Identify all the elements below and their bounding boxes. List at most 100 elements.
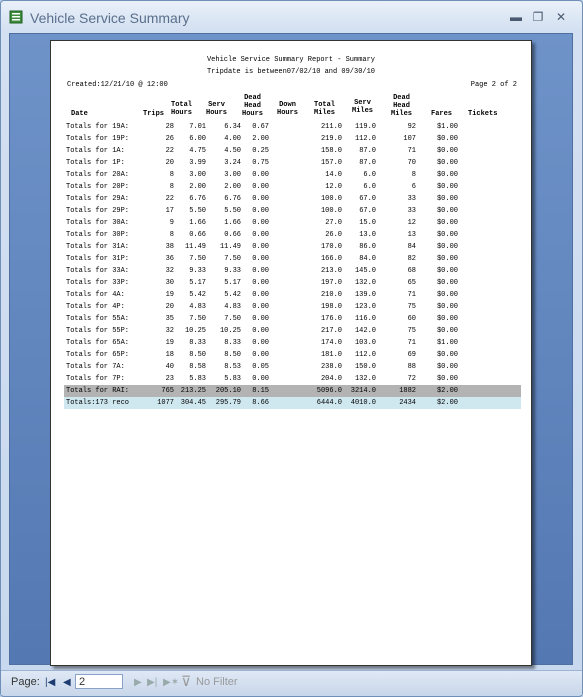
date-cell: Totals for 55A: bbox=[66, 315, 130, 323]
fares-cell: $0.00 bbox=[436, 183, 458, 191]
dead-head-miles-cell: 107 bbox=[403, 135, 416, 143]
dead-head-hours-cell: 0.25 bbox=[252, 147, 269, 155]
total-miles-cell: 26.0 bbox=[325, 231, 342, 239]
previous-page-icon[interactable]: ◀ bbox=[63, 677, 71, 688]
table-row: Totals for 7P: 23 5.83 5.83 0.00 204.0 132.0 72… bbox=[64, 373, 521, 385]
dead-head-hours-cell: 0.00 bbox=[252, 219, 269, 227]
dead-head-miles-cell: 68 bbox=[407, 267, 416, 275]
dead-head-hours-cell: 0.00 bbox=[252, 183, 269, 191]
serv-hours-cell: 5.17 bbox=[224, 279, 241, 287]
dead-head-miles-cell: 82 bbox=[407, 255, 416, 263]
serv-miles-cell: 87.0 bbox=[359, 159, 376, 167]
date-cell: Totals for 33A: bbox=[66, 267, 130, 275]
dead-head-miles-cell: 65 bbox=[407, 279, 416, 287]
table-row: Totals for 30P: 8 0.66 0.66 0.00 26.0 13.0 13 $0… bbox=[64, 229, 521, 241]
fares-cell: $2.00 bbox=[436, 387, 458, 395]
total-miles-cell: 210.0 bbox=[320, 291, 342, 299]
total-hours-cell: 5.83 bbox=[189, 375, 206, 383]
trips-cell: 38 bbox=[165, 243, 174, 251]
dead-head-miles-cell: 70 bbox=[407, 159, 416, 167]
total-miles-cell: 166.0 bbox=[320, 255, 342, 263]
dead-head-hours-cell: 0.00 bbox=[252, 171, 269, 179]
total-hours-cell: 6.76 bbox=[189, 195, 206, 203]
serv-hours-cell: 8.33 bbox=[224, 339, 241, 347]
total-miles-cell: 197.0 bbox=[320, 279, 342, 287]
last-page-icon[interactable]: ▶| bbox=[147, 677, 157, 688]
no-filter-button[interactable]: No Filter bbox=[196, 676, 238, 688]
total-hours-cell: 213.25 bbox=[180, 387, 206, 395]
total-hours-cell: 10.25 bbox=[184, 327, 206, 335]
table-row: Totals for 30A: 9 1.66 1.66 0.00 27.0 15.0 12 $0… bbox=[64, 217, 521, 229]
fares-cell: $0.00 bbox=[436, 207, 458, 215]
table-row: Totals for 19P: 26 6.00 4.00 2.00 219.0 112.0 1… bbox=[64, 133, 521, 145]
total-miles-cell: 14.0 bbox=[325, 171, 342, 179]
date-cell: Totals for 33P: bbox=[66, 279, 130, 287]
trips-cell: 9 bbox=[169, 219, 174, 227]
next-page-icon[interactable]: ▶ bbox=[134, 677, 142, 688]
report-preview-area[interactable]: Vehicle Service Summary Report - Summary… bbox=[9, 33, 573, 666]
dead-head-miles-cell: 88 bbox=[407, 363, 416, 371]
trips-cell: 23 bbox=[165, 375, 174, 383]
total-miles-cell: 100.0 bbox=[320, 195, 342, 203]
fares-cell: $0.00 bbox=[436, 327, 458, 335]
serv-hours-cell: 6.76 bbox=[224, 195, 241, 203]
table-row: Totals for 1A: 22 4.75 4.50 0.25 158.0 87.0 71 $… bbox=[64, 145, 521, 157]
page-number-input[interactable]: 2 bbox=[75, 674, 123, 689]
close-button[interactable]: ✕ bbox=[551, 7, 571, 27]
total-hours-cell: 5.42 bbox=[189, 291, 206, 299]
serv-miles-cell: 67.0 bbox=[359, 207, 376, 215]
minimize-button[interactable]: ▬ bbox=[506, 7, 526, 27]
serv-miles-cell: 67.0 bbox=[359, 195, 376, 203]
dead-head-miles-cell: 92 bbox=[407, 123, 416, 131]
trips-cell: 1077 bbox=[157, 399, 174, 407]
first-page-icon[interactable]: |◀ bbox=[45, 677, 55, 688]
report-window: Vehicle Service Summary ▬ ❐ ✕ Vehicle Se… bbox=[0, 0, 583, 697]
fares-cell: $0.00 bbox=[436, 375, 458, 383]
serv-miles-cell: 112.0 bbox=[354, 351, 376, 359]
header-total-miles: Total Miles bbox=[314, 101, 336, 117]
total-miles-cell: 219.0 bbox=[320, 135, 342, 143]
serv-miles-cell: 13.0 bbox=[359, 231, 376, 239]
serv-hours-cell: 11.49 bbox=[219, 243, 241, 251]
total-miles-cell: 27.0 bbox=[325, 219, 342, 227]
dead-head-hours-cell: 0.00 bbox=[252, 375, 269, 383]
new-record-icon[interactable]: ▶✶ bbox=[163, 677, 179, 688]
window-title: Vehicle Service Summary bbox=[30, 10, 190, 26]
dead-head-hours-cell: 0.00 bbox=[252, 195, 269, 203]
serv-hours-cell: 5.83 bbox=[224, 375, 241, 383]
dead-head-hours-cell: 0.00 bbox=[252, 267, 269, 275]
table-row: Totals for 29A: 22 6.76 6.76 0.00 100.0 67.0 33… bbox=[64, 193, 521, 205]
trips-cell: 32 bbox=[165, 267, 174, 275]
header-down-hours: Down Hours bbox=[277, 101, 299, 117]
header-tickets: Tickets bbox=[468, 110, 498, 118]
serv-hours-cell: 10.25 bbox=[219, 327, 241, 335]
date-cell: Totals for 4A: bbox=[66, 291, 125, 299]
date-cell: Totals for 30A: bbox=[66, 219, 130, 227]
dead-head-hours-cell: 0.00 bbox=[252, 243, 269, 251]
serv-hours-cell: 8.53 bbox=[224, 363, 241, 371]
rai-total-row: Totals for RAI: 765 213.25 205.10 8.15 5096.0… bbox=[64, 385, 521, 397]
trips-cell: 8 bbox=[169, 171, 174, 179]
total-hours-cell: 8.58 bbox=[189, 363, 206, 371]
total-hours-cell: 2.00 bbox=[189, 183, 206, 191]
serv-hours-cell: 7.50 bbox=[224, 255, 241, 263]
trips-cell: 17 bbox=[165, 207, 174, 215]
date-cell: Totals for 31A: bbox=[66, 243, 130, 251]
total-hours-cell: 8.33 bbox=[189, 339, 206, 347]
dead-head-miles-cell: 2434 bbox=[399, 399, 416, 407]
trips-cell: 8 bbox=[169, 231, 174, 239]
table-row: Totals for 65A: 19 8.33 8.33 0.00 174.0 103.0 7… bbox=[64, 337, 521, 349]
serv-hours-cell: 6.34 bbox=[224, 123, 241, 131]
restore-button[interactable]: ❐ bbox=[528, 7, 548, 27]
date-cell: Totals for 31P: bbox=[66, 255, 130, 263]
date-cell: Totals for RAI: bbox=[66, 387, 130, 395]
serv-miles-cell: 86.0 bbox=[359, 243, 376, 251]
fares-cell: $1.00 bbox=[436, 339, 458, 347]
trips-cell: 35 bbox=[165, 315, 174, 323]
trips-cell: 20 bbox=[165, 159, 174, 167]
dead-head-hours-cell: 0.00 bbox=[252, 339, 269, 347]
serv-miles-cell: 116.0 bbox=[354, 315, 376, 323]
dead-head-miles-cell: 75 bbox=[407, 303, 416, 311]
date-cell: Totals for 1A: bbox=[66, 147, 125, 155]
dead-head-miles-cell: 33 bbox=[407, 195, 416, 203]
